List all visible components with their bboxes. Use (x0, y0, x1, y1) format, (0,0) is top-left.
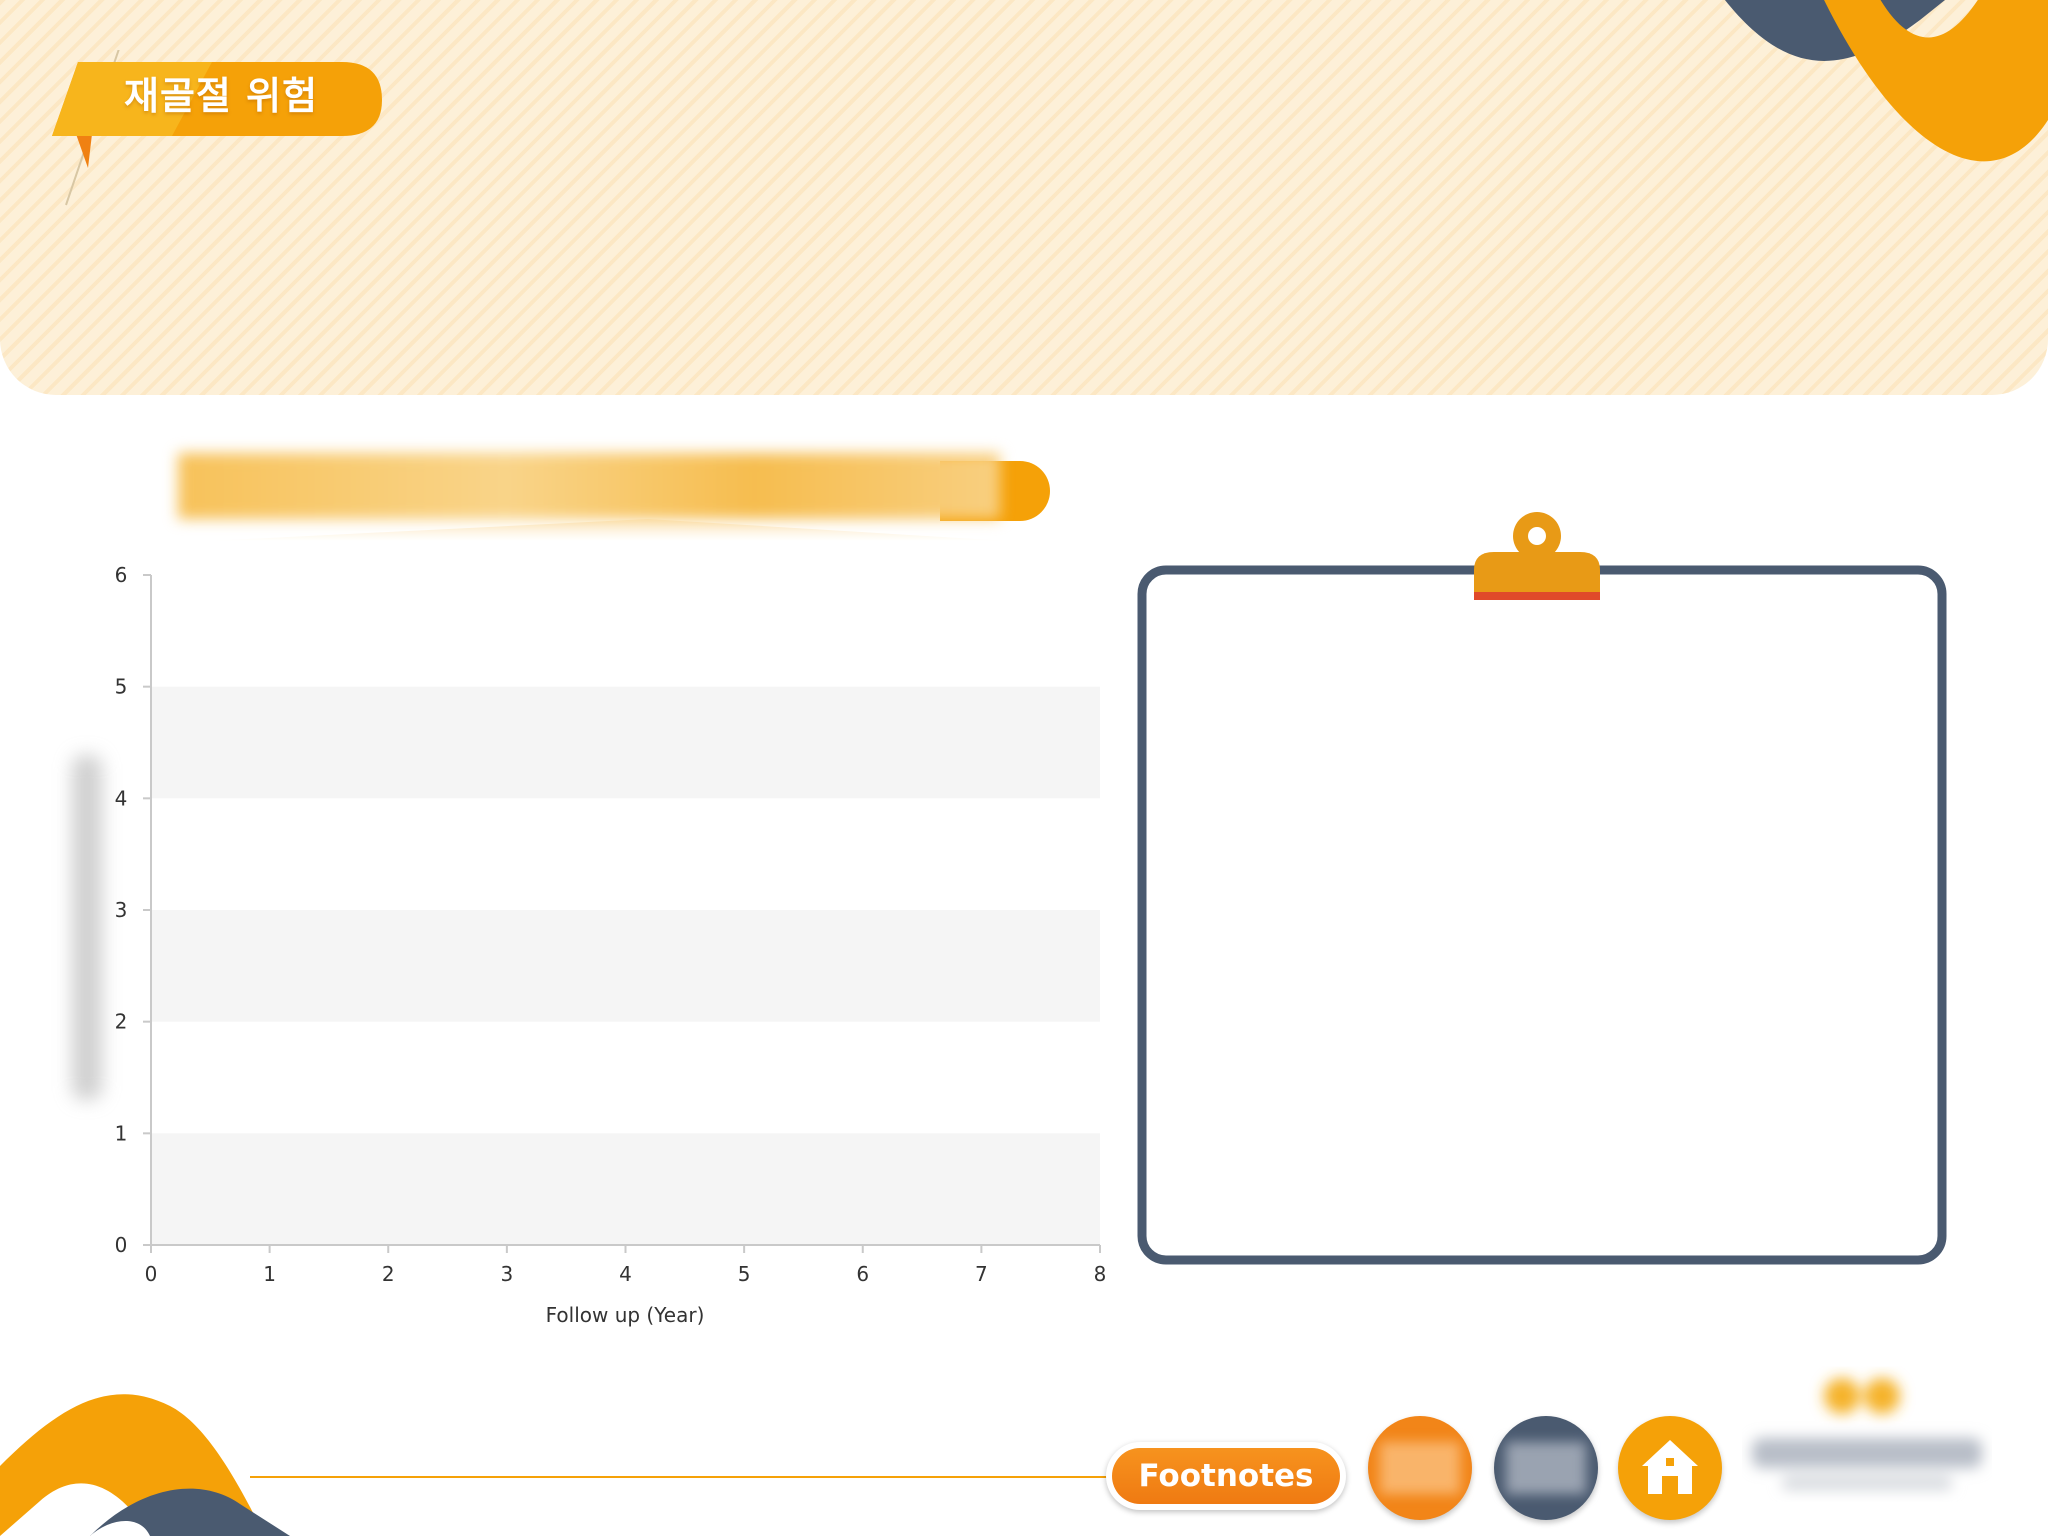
y-ticks: 0 1 2 3 4 5 6 (115, 563, 151, 1257)
grid-band (151, 686, 1100, 799)
clipboard-clip-icon (1474, 512, 1600, 600)
nav-button-orange[interactable] (1368, 1416, 1472, 1520)
x-axis-title: Follow up (Year) (546, 1303, 705, 1327)
x-tick-label: 8 (1094, 1262, 1107, 1286)
banner-shadow (208, 519, 1008, 541)
clipboard-panel (1137, 512, 1947, 1265)
footer-divider (250, 1476, 1110, 1478)
banner-text-obscured (178, 453, 1000, 519)
follow-up-chart: 0 1 2 3 4 5 6 0 1 2 3 4 5 6 7 8 Follow up (Year) (115, 563, 1107, 1327)
y-tick-label: 4 (115, 786, 128, 810)
x-tick-label: 4 (619, 1262, 632, 1286)
x-tick-label: 0 (145, 1262, 158, 1286)
footnotes-button[interactable]: Footnotes (1106, 1442, 1346, 1510)
nav-button-slate-icon (1506, 1442, 1586, 1494)
x-tick-label: 1 (263, 1262, 276, 1286)
y-tick-label: 3 (115, 898, 128, 922)
x-tick-label: 3 (501, 1262, 514, 1286)
x-tick-label: 7 (975, 1262, 988, 1286)
x-ticks: 0 1 2 3 4 5 6 7 8 (145, 1245, 1107, 1286)
x-tick-label: 5 (738, 1262, 751, 1286)
y-tick-label: 6 (115, 563, 128, 587)
grid-band (151, 910, 1100, 1022)
home-button[interactable] (1618, 1416, 1722, 1520)
y-tick-label: 5 (115, 675, 128, 699)
y-tick-label: 0 (115, 1233, 128, 1257)
grid-bands (151, 686, 1100, 1245)
y-tick-label: 2 (115, 1010, 128, 1034)
page-title: 재골절 위험 (124, 74, 319, 118)
nav-button-slate[interactable] (1494, 1416, 1598, 1520)
footnotes-button-label: Footnotes (1112, 1448, 1340, 1504)
chart-heading-banner (178, 453, 1050, 541)
grid-band (151, 1133, 1100, 1245)
bottom-left-decoration (0, 1394, 290, 1536)
x-tick-label: 6 (856, 1262, 869, 1286)
nav-button-orange-icon (1380, 1442, 1460, 1494)
y-tick-label: 1 (115, 1121, 128, 1145)
x-tick-label: 2 (382, 1262, 395, 1286)
top-right-decoration (1725, 0, 2048, 162)
home-icon (1642, 1440, 1698, 1494)
brand-logo-obscured (1752, 1378, 1982, 1490)
